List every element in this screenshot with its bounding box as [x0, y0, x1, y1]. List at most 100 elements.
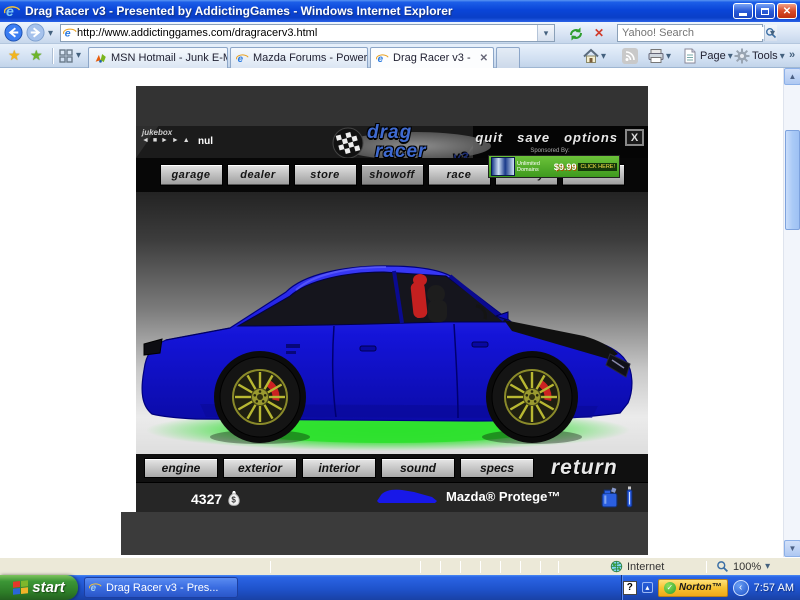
taskbar: start e Drag Racer v3 - Pres... ? ▴ ✓ No…	[0, 575, 800, 600]
ad-cta: CLICK HERE!	[578, 163, 617, 171]
quit-button[interactable]: quit	[475, 130, 503, 145]
printer-icon	[648, 48, 664, 64]
search-options-dropdown[interactable]: ▾	[770, 28, 775, 39]
tray-collapse-icon[interactable]: ‹	[733, 580, 749, 596]
taskbar-item-drag-racer[interactable]: e Drag Racer v3 - Pres...	[84, 577, 238, 598]
save-button[interactable]: save	[517, 130, 550, 145]
scrollbar-thumb[interactable]	[785, 130, 800, 230]
ad-text: Unlimited Domains	[517, 161, 552, 173]
interior-button[interactable]: interior	[302, 458, 376, 478]
zone-label: Internet	[627, 561, 664, 573]
engine-button[interactable]: engine	[144, 458, 218, 478]
car-name: Mazda® Protege™	[446, 489, 560, 504]
feeds-button[interactable]	[622, 48, 638, 64]
close-button[interactable]: ✕	[777, 3, 797, 19]
page-menu-button[interactable]: Page ▾	[682, 48, 733, 64]
toolbar-overflow-chevron[interactable]: »	[789, 49, 795, 61]
quick-tabs-icon[interactable]	[58, 48, 74, 64]
status-bar: Internet 100% ▾	[0, 557, 800, 575]
zoom-dropdown[interactable]: ▾	[765, 561, 770, 572]
fuel-jug-icon[interactable]	[600, 486, 619, 509]
rear-wheel[interactable]	[214, 351, 306, 443]
tab-list-dropdown[interactable]: ▾	[76, 50, 81, 61]
taskbar-clock: 7:57 AM	[754, 582, 794, 594]
tab-drag-racer[interactable]: e Drag Racer v3 - Presente... ✕	[370, 47, 494, 68]
game-close-button[interactable]: X	[625, 129, 644, 146]
home-dropdown[interactable]: ▾	[601, 51, 606, 62]
ie-icon: e	[236, 52, 249, 65]
jukebox-track-name: nul	[198, 136, 213, 147]
search-box	[617, 24, 763, 42]
jukebox-label: jukebox	[142, 128, 191, 137]
home-button[interactable]: ▾	[583, 48, 606, 64]
favorites-star-icon[interactable]: ★	[8, 47, 21, 64]
page-dark-strip	[121, 512, 648, 555]
scroll-up-button[interactable]: ▲	[784, 68, 800, 85]
print-dropdown[interactable]: ▾	[666, 51, 671, 62]
stop-button[interactable]: ✕	[594, 26, 604, 40]
scroll-down-button[interactable]: ▼	[784, 540, 800, 557]
ad-image	[491, 157, 515, 176]
address-dropdown[interactable]: ▾	[537, 25, 554, 41]
tab-label: Mazda Forums - Powered by ...	[253, 52, 368, 64]
rss-feed-icon	[622, 48, 638, 64]
add-favorite-icon[interactable]: ★	[30, 47, 43, 64]
showoff-button[interactable]: showoff	[361, 164, 424, 186]
ad-banner[interactable]: Unlimited Domains $9.99 CLICK HERE!	[488, 155, 620, 178]
ie-icon: e	[376, 52, 389, 65]
start-button[interactable]: start	[0, 575, 78, 600]
search-input[interactable]	[618, 27, 764, 39]
back-button[interactable]	[4, 23, 23, 42]
dealer-button[interactable]: dealer	[227, 164, 290, 186]
new-tab-stub[interactable]	[496, 47, 520, 68]
tab-close-icon[interactable]: ✕	[480, 53, 488, 64]
return-button[interactable]: return	[551, 456, 618, 480]
sound-button[interactable]: sound	[381, 458, 455, 478]
minimize-icon	[739, 13, 747, 16]
refresh-button[interactable]	[568, 26, 584, 42]
svg-text:e: e	[6, 3, 14, 19]
restore-button[interactable]	[755, 3, 775, 19]
tools-menu-button[interactable]: Tools ▾	[734, 48, 785, 64]
vertical-scrollbar[interactable]: ▲ ▼	[783, 68, 800, 557]
zoom-control[interactable]: 100% ▾	[716, 560, 770, 573]
specs-button[interactable]: specs	[460, 458, 534, 478]
dollar-glyph: $	[232, 496, 237, 505]
ad-price: $9.99	[554, 162, 577, 172]
consumable-icons	[600, 486, 634, 509]
tab-label: MSN Hotmail - Junk E-Mail	[111, 52, 228, 64]
tray-help-icon[interactable]: ?	[623, 581, 637, 595]
windows-flag-icon	[13, 580, 28, 595]
options-button[interactable]: options	[564, 130, 618, 145]
minimize-button[interactable]	[733, 3, 753, 19]
tab-mazda-forums[interactable]: e Mazda Forums - Powered by ...	[230, 47, 368, 68]
race-button[interactable]: race	[428, 164, 491, 186]
car-scene	[136, 192, 648, 454]
front-wheel[interactable]	[486, 351, 578, 443]
tray-expand-icon[interactable]: ▴	[642, 582, 653, 593]
gear-icon	[734, 48, 750, 64]
forward-button[interactable]	[26, 23, 45, 42]
close-icon: ✕	[783, 6, 791, 17]
money-display: 4327 $	[191, 490, 241, 507]
print-button[interactable]: ▾	[648, 48, 671, 64]
norton-badge[interactable]: ✓ Norton™	[658, 579, 728, 597]
exterior-button[interactable]: exterior	[223, 458, 297, 478]
money-bag-icon: $	[227, 490, 241, 507]
jukebox-controls[interactable]: ◄ ■ ► ► ▲	[142, 137, 191, 144]
history-dropdown[interactable]: ▾	[48, 28, 53, 39]
store-button[interactable]: store	[294, 164, 357, 186]
car-name-display: Mazda® Protege™	[376, 488, 560, 504]
navigation-bar: ▾ e ▾ ✕ ▾	[0, 22, 800, 44]
tab-msn-hotmail[interactable]: MSN Hotmail - Junk E-Mail	[88, 47, 228, 68]
nos-bottle-icon[interactable]	[625, 486, 634, 509]
window-title: Drag Racer v3 - Presented by AddictingGa…	[25, 4, 453, 18]
system-tray: ? ▴ ✓ Norton™ ‹ 7:57 AM	[622, 575, 800, 600]
garage-button[interactable]: garage	[160, 164, 223, 186]
page-icon	[682, 48, 698, 64]
zoom-magnifier-icon	[716, 560, 729, 573]
url-input[interactable]	[77, 27, 537, 39]
norton-check-icon: ✓	[664, 582, 676, 594]
sponsored-by-label: Sponsored By:	[484, 148, 616, 154]
tab-label: Drag Racer v3 - Presente...	[393, 52, 474, 64]
